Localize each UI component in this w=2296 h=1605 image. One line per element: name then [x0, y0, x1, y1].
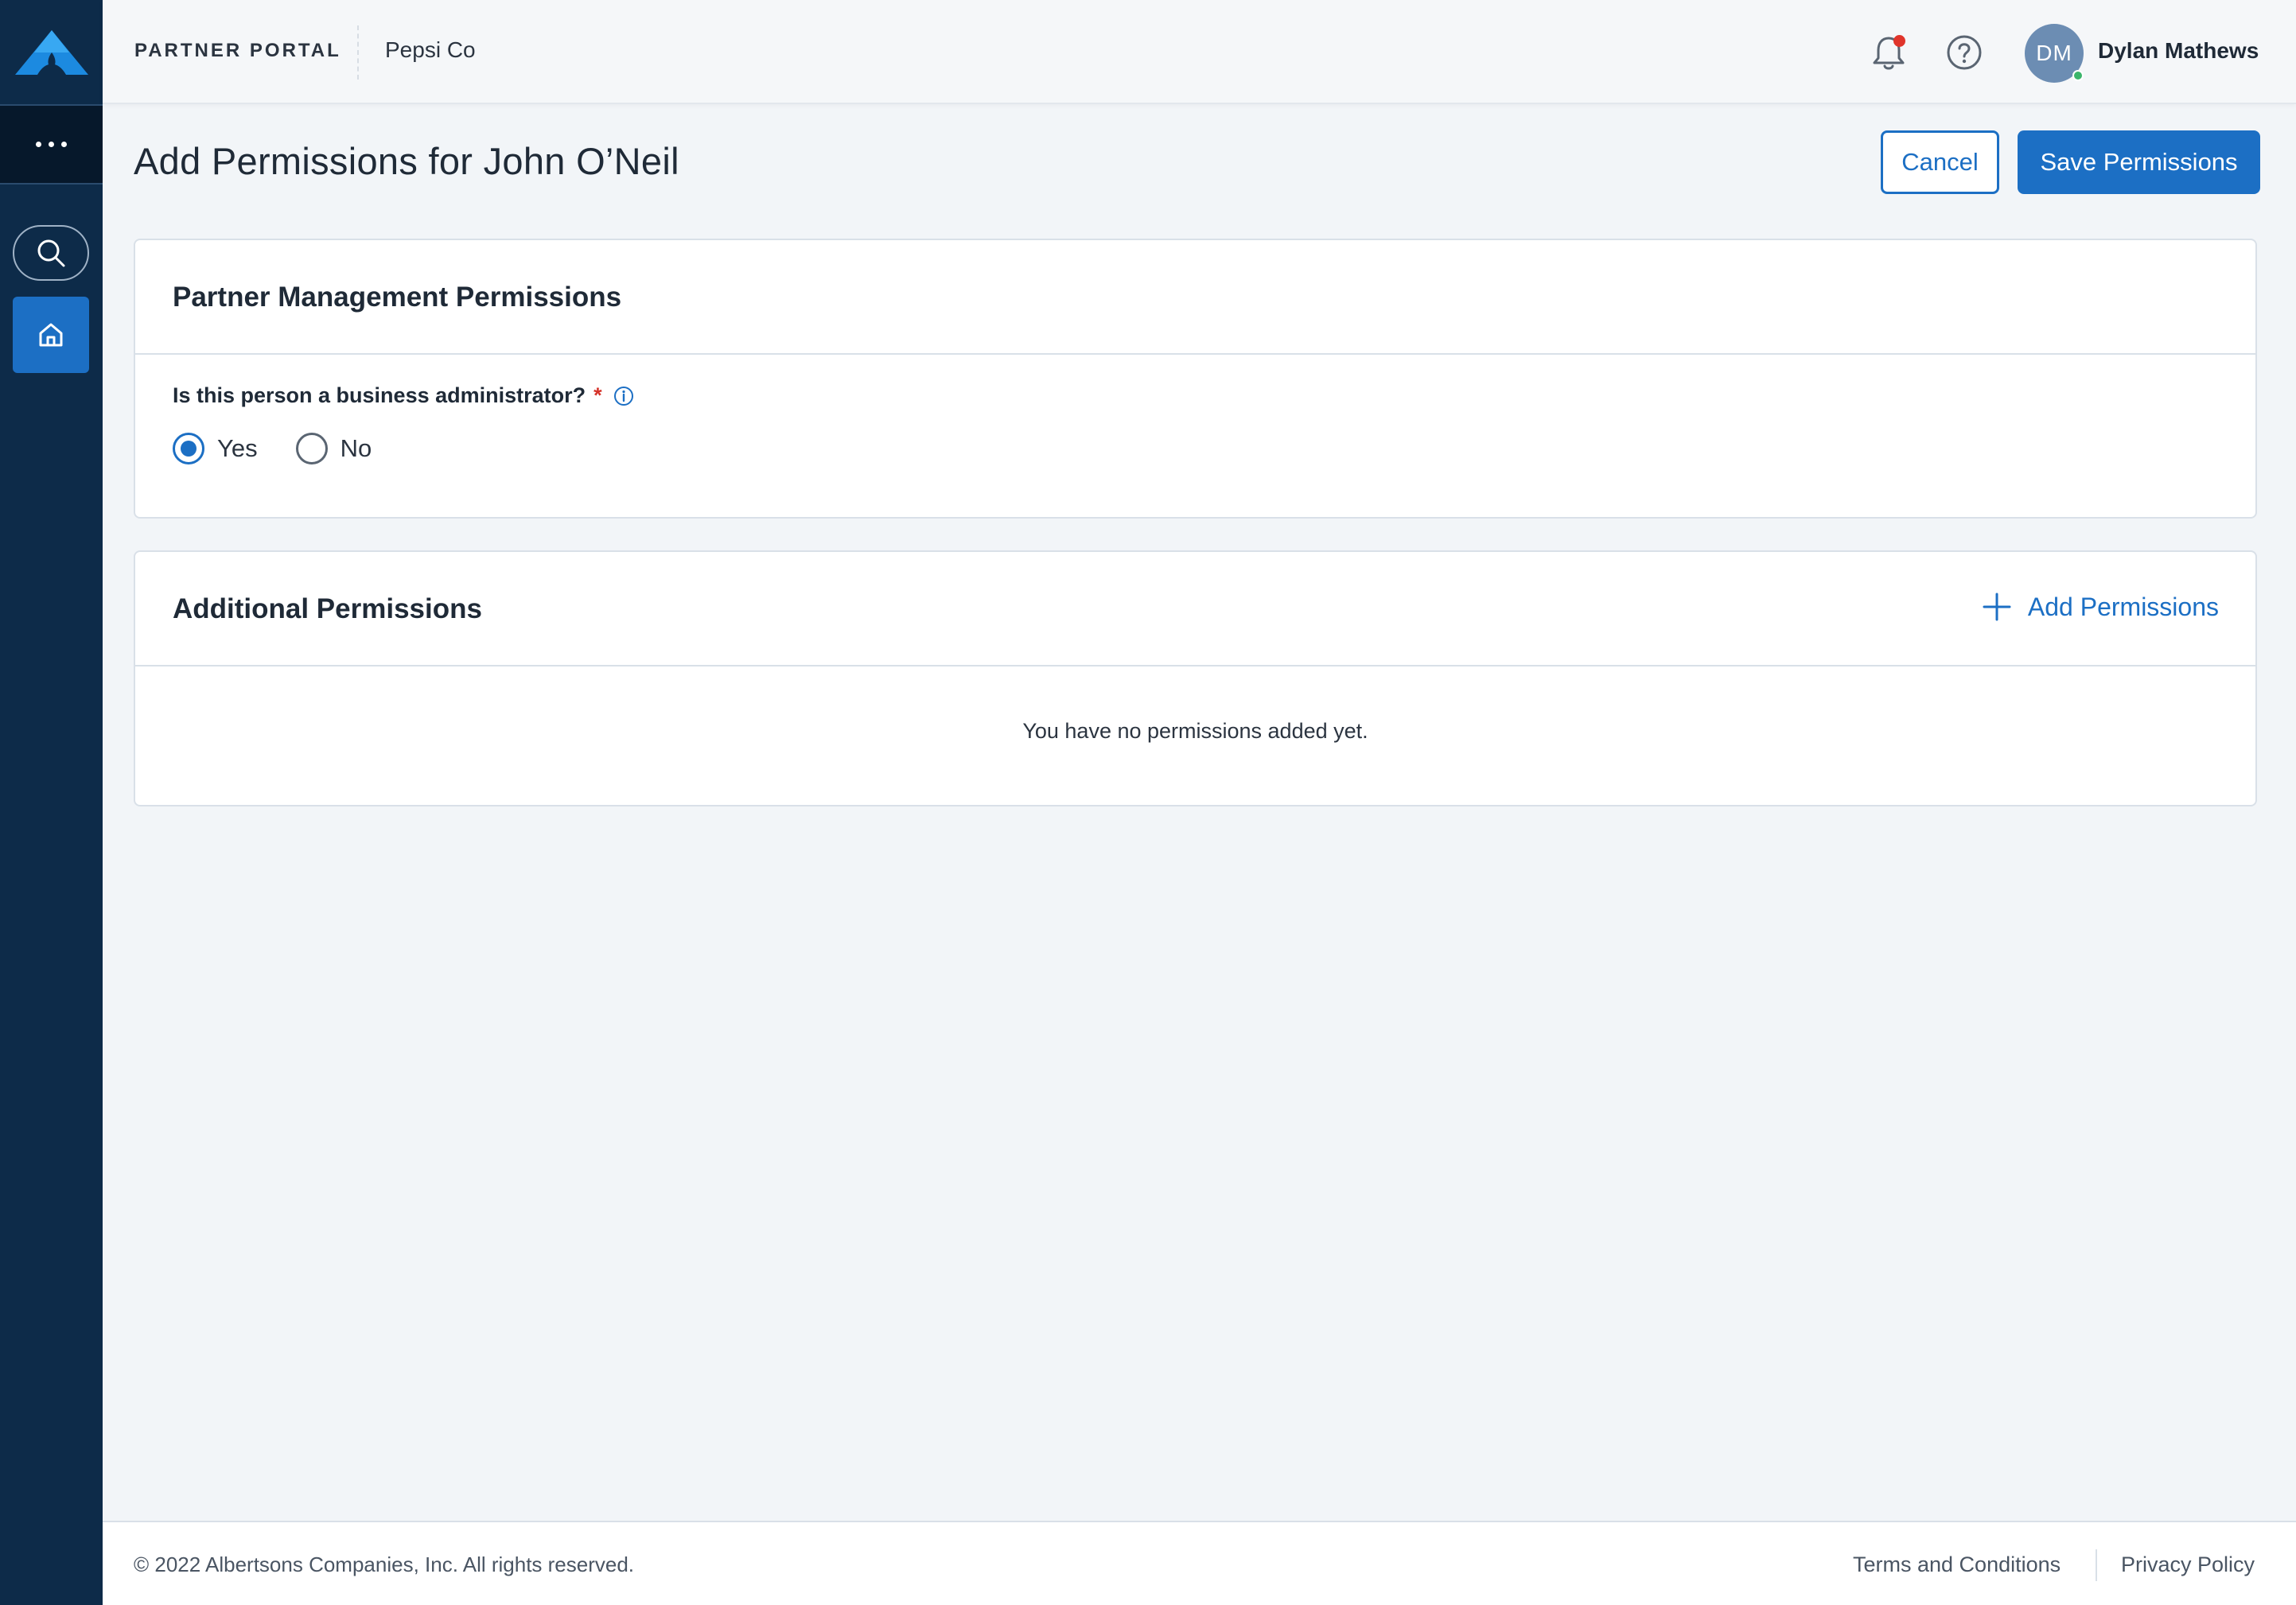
business-admin-question: Is this person a business administrator?…	[173, 383, 634, 408]
search-icon	[37, 239, 65, 267]
terms-link[interactable]: Terms and Conditions	[1853, 1553, 2061, 1577]
albertsons-logo[interactable]	[0, 0, 103, 104]
partner-management-card: Partner Management Permissions Is this p…	[134, 239, 2257, 519]
cancel-button[interactable]: Cancel	[1881, 130, 1999, 194]
radio-label-no: No	[340, 434, 372, 462]
page-title: Add Permissions for John O’Neil	[134, 140, 679, 182]
footer-divider	[2096, 1549, 2097, 1581]
question-label: Is this person a business administrator?	[173, 383, 586, 407]
privacy-link[interactable]: Privacy Policy	[2121, 1553, 2255, 1577]
card-title: Additional Permissions	[173, 593, 482, 624]
sidebar-search-button[interactable]	[13, 225, 89, 281]
portal-title: PARTNER PORTAL	[134, 40, 341, 61]
plus-icon	[1983, 593, 2011, 621]
business-admin-radio-group: Yes No	[173, 433, 410, 464]
additional-permissions-card: Additional Permissions Add Permissions Y…	[134, 550, 2257, 806]
copyright-text: © 2022 Albertsons Companies, Inc. All ri…	[134, 1553, 635, 1576]
online-status-dot	[2072, 70, 2084, 81]
help-button[interactable]	[1944, 32, 1985, 73]
radio-option-yes[interactable]: Yes	[173, 433, 258, 464]
avatar-initials: DM	[2036, 41, 2072, 65]
user-name[interactable]: Dylan Mathews	[2098, 38, 2259, 64]
logo-mark-icon	[14, 29, 88, 75]
empty-state-message: You have no permissions added yet.	[1022, 719, 1368, 743]
notification-badge	[1893, 35, 1905, 47]
footer: © 2022 Albertsons Companies, Inc. All ri…	[103, 1521, 2296, 1605]
home-icon	[39, 323, 63, 347]
info-icon[interactable]	[613, 386, 634, 406]
radio-label-yes: Yes	[217, 434, 258, 462]
card-header: Additional Permissions Add Permissions	[135, 552, 2255, 666]
card-header: Partner Management Permissions	[135, 240, 2255, 355]
top-header: PARTNER PORTAL Pepsi Co DM Dylan Mathews	[103, 0, 2296, 104]
radio-button-no[interactable]	[295, 433, 328, 464]
sidebar-item-home[interactable]	[13, 297, 89, 373]
card-title: Partner Management Permissions	[173, 282, 622, 313]
save-permissions-button[interactable]: Save Permissions	[2018, 130, 2260, 194]
radio-button-yes[interactable]	[173, 433, 204, 464]
more-menu-button[interactable]	[0, 104, 103, 185]
avatar[interactable]: DM	[2025, 24, 2084, 83]
required-marker: *	[593, 383, 602, 407]
sidebar	[0, 0, 103, 1605]
organization-name[interactable]: Pepsi Co	[385, 37, 476, 63]
add-permissions-label: Add Permissions	[2027, 592, 2219, 621]
add-permissions-button[interactable]: Add Permissions	[1982, 592, 2219, 622]
notifications-button[interactable]	[1869, 32, 1909, 73]
header-divider	[357, 25, 359, 80]
radio-option-no[interactable]: No	[295, 433, 372, 464]
help-icon	[1947, 35, 1982, 70]
ellipsis-icon	[36, 142, 67, 147]
